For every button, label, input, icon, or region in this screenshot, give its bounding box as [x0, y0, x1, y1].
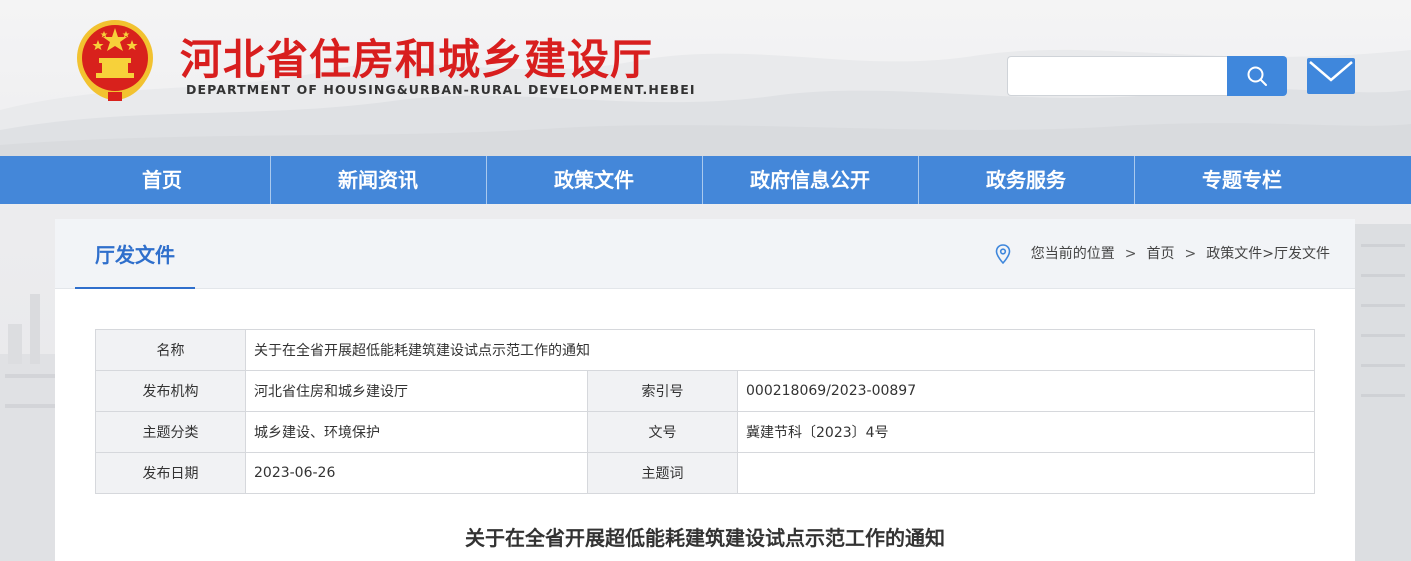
content-panel: 厅发文件 您当前的位置 > 首页 > 政策文件>厅发文件 名称 关于在全省开展超… [55, 219, 1355, 561]
meta-label-publisher: 发布机构 [95, 370, 246, 412]
table-row: 主题分类 城乡建设、环境保护 文号 冀建节科〔2023〕4号 [95, 411, 1315, 453]
national-emblem-icon [77, 20, 153, 101]
site-subtitle: DEPARTMENT OF HOUSING&URBAN-RURAL DEVELO… [186, 82, 696, 97]
meta-value-docno: 冀建节科〔2023〕4号 [737, 411, 1315, 453]
meta-label-date: 发布日期 [95, 452, 246, 494]
breadcrumb: 您当前的位置 > 首页 > 政策文件>厅发文件 [995, 219, 1330, 289]
location-pin-icon [995, 244, 1011, 264]
meta-label-name: 名称 [95, 329, 246, 371]
search-button[interactable] [1227, 56, 1287, 96]
city-decoration-left [0, 294, 60, 561]
meta-value-publisher: 河北省住房和城乡建设厅 [245, 370, 588, 412]
breadcrumb-path-link[interactable]: 政策文件>厅发文件 [1206, 218, 1330, 290]
search-input[interactable] [1007, 56, 1228, 96]
search-icon [1247, 66, 1267, 86]
breadcrumb-separator: > [1124, 246, 1137, 262]
nav-item-topics[interactable]: 专题专栏 [1134, 156, 1350, 204]
main-nav: 首页 新闻资讯 政策文件 政府信息公开 政务服务 专题专栏 [0, 156, 1411, 204]
meta-value-keyword [737, 452, 1315, 494]
nav-item-policy[interactable]: 政策文件 [486, 156, 702, 204]
city-decoration-right [1355, 224, 1411, 561]
table-row: 发布日期 2023-06-26 主题词 [95, 452, 1315, 494]
breadcrumb-separator: > [1184, 246, 1197, 262]
nav-item-gov-info[interactable]: 政府信息公开 [702, 156, 918, 204]
nav-item-home[interactable]: 首页 [54, 156, 270, 204]
meta-label-index: 索引号 [587, 370, 738, 412]
table-row: 发布机构 河北省住房和城乡建设厅 索引号 000218069/2023-0089… [95, 370, 1315, 412]
breadcrumb-prefix: 您当前的位置 [1030, 246, 1115, 262]
mail-icon [1307, 58, 1355, 94]
document-meta-table: 名称 关于在全省开展超低能耗建筑建设试点示范工作的通知 发布机构 河北省住房和城… [95, 329, 1315, 494]
section-tab[interactable]: 厅发文件 [75, 219, 195, 289]
meta-label-topic: 主题分类 [95, 411, 246, 453]
nav-item-services[interactable]: 政务服务 [918, 156, 1134, 204]
mail-button[interactable] [1307, 58, 1355, 94]
meta-value-topic: 城乡建设、环境保护 [245, 411, 588, 453]
breadcrumb-home-link[interactable]: 首页 [1147, 218, 1175, 290]
table-row: 名称 关于在全省开展超低能耗建筑建设试点示范工作的通知 [95, 329, 1315, 371]
site-title: 河北省住房和城乡建设厅 [180, 35, 654, 84]
meta-value-date: 2023-06-26 [245, 452, 588, 494]
meta-value-index: 000218069/2023-00897 [737, 370, 1315, 412]
meta-value-name: 关于在全省开展超低能耗建筑建设试点示范工作的通知 [245, 329, 1315, 371]
site-header: 河北省住房和城乡建设厅 DEPARTMENT OF HOUSING&URBAN-… [0, 0, 1411, 156]
meta-label-keyword: 主题词 [587, 452, 738, 494]
meta-label-docno: 文号 [587, 411, 738, 453]
panel-header: 厅发文件 您当前的位置 > 首页 > 政策文件>厅发文件 [55, 219, 1355, 289]
nav-item-news[interactable]: 新闻资讯 [270, 156, 486, 204]
document-title: 关于在全省开展超低能耗建筑建设试点示范工作的通知 [465, 526, 945, 550]
